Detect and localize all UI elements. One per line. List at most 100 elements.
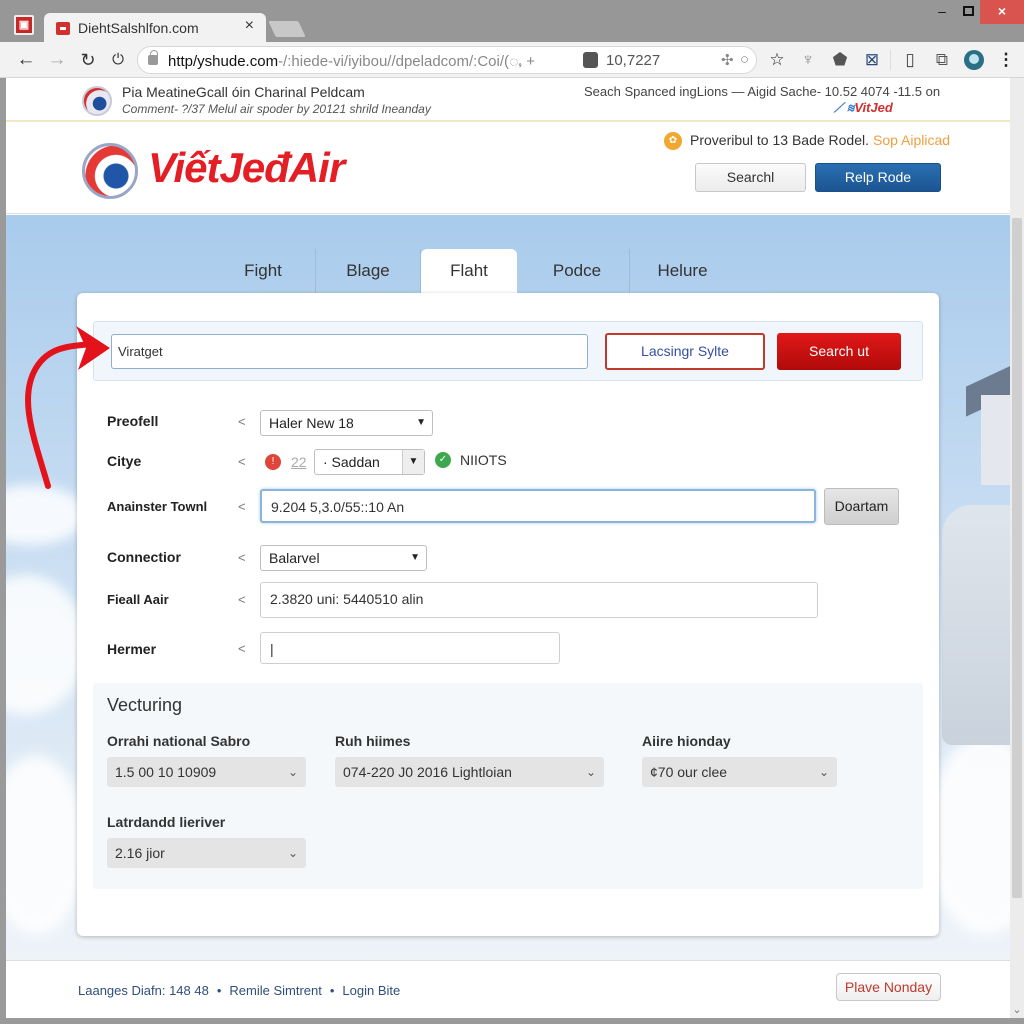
connectior-value: Balarvel — [269, 550, 320, 566]
location-icon[interactable]: ○ — [740, 51, 749, 68]
tab-blage[interactable]: Blage — [316, 249, 421, 293]
footer-separator: • — [329, 983, 335, 998]
scroll-down-icon[interactable]: ⌄ — [1010, 1003, 1024, 1016]
logo-icon[interactable] — [82, 143, 138, 199]
header-search-button[interactable]: Searchl — [695, 163, 806, 192]
browser-tab[interactable]: DiehtSalshlfon.com × — [44, 13, 266, 43]
new-tab-button[interactable] — [268, 21, 306, 37]
orrahi-label: Orrahi national Sabro — [107, 733, 251, 749]
preofell-select[interactable]: Haler New 18 ▼ — [260, 410, 433, 436]
chevron-down-icon: ⌄ — [585, 765, 596, 779]
search-submit-button[interactable]: Search ut — [777, 333, 901, 370]
chevron-left-icon[interactable]: < — [238, 499, 246, 514]
booking-card: Viratget Lacsingr Sylte Search ut Preofe… — [77, 293, 939, 936]
tab-flaht[interactable]: Flaht — [421, 249, 517, 293]
download-box-icon[interactable]: ⊠ — [862, 50, 882, 70]
page-viewport: Pia MeatineGcall óin Charinal Peldcam Co… — [6, 78, 1010, 1018]
notice-brand-text: VitJed — [854, 100, 893, 115]
footer-link[interactable]: Login Bite — [342, 983, 400, 998]
fieall-aair-label: Fieall Aair — [107, 592, 169, 607]
profile-avatar-icon[interactable] — [964, 50, 984, 70]
site-badge-icon[interactable] — [583, 52, 598, 68]
tab-title: DiehtSalshlfon.com — [78, 20, 199, 36]
tab-close-button[interactable]: × — [245, 17, 254, 35]
latrdandd-value: 2.16 jior — [115, 845, 165, 861]
plane-fin-image — [981, 395, 1010, 485]
notice-right-text: Seach Spanced ingLions — Aigid Sache- 10… — [584, 84, 941, 99]
scroll-thumb[interactable] — [1012, 218, 1022, 898]
anainster-town-input[interactable]: 9.204 5,3.0/55::10 An — [260, 489, 816, 523]
orrahi-select[interactable]: 1.5 00 10 10909 ⌄ — [107, 757, 306, 787]
chevron-left-icon[interactable]: < — [238, 454, 246, 469]
promo-banner: ✿ Proveribul to 13 Bade Rodel. Sop Aiplica… — [664, 132, 950, 151]
page-icon[interactable]: ▯ — [900, 50, 920, 70]
close-window-button[interactable]: × — [980, 0, 1024, 24]
doartam-button[interactable]: Doartam — [824, 488, 899, 525]
reload-icon[interactable]: ↻ — [76, 48, 100, 72]
caret-down-icon: ▼ — [410, 552, 420, 563]
logo-text[interactable]: ViếtJeđAir — [148, 144, 345, 192]
address-bar[interactable]: http/yshude.com-/:hiede-vi/iyibou//dpela… — [137, 46, 757, 74]
promo-link[interactable]: Sop Aiplicad — [873, 132, 950, 148]
hermer-input[interactable]: | — [260, 632, 560, 664]
notice-logo-icon — [82, 86, 112, 116]
booking-tabs: Fight Blage Flaht Podce Helure — [211, 249, 735, 293]
footer-link[interactable]: Remile Simtrent — [229, 983, 321, 998]
lacsingr-sylte-button[interactable]: Lacsingr Sylte — [605, 333, 765, 370]
chevron-left-icon[interactable]: < — [238, 641, 246, 656]
chevron-left-icon[interactable]: < — [238, 592, 246, 607]
footer-separator: • — [216, 983, 222, 998]
back-arrow-icon[interactable]: ← — [14, 48, 38, 72]
citye-status: NIIOTS — [460, 452, 507, 468]
header-help-button[interactable]: Relp Rode — [815, 163, 941, 192]
anainster-town-label: Anainster Townl — [107, 499, 208, 514]
bookmark-star-icon[interactable]: ☆ — [767, 50, 787, 70]
aiire-hionday-select[interactable]: ¢70 our clee ⌄ — [642, 757, 837, 787]
footer-link[interactable]: Laanges Diafn: 148 48 — [78, 983, 209, 998]
tab-podce[interactable]: Podce — [525, 249, 630, 293]
section-title: Vecturing — [107, 695, 183, 715]
extension-icon[interactable]: ⬟ — [830, 50, 850, 70]
tab-helure[interactable]: Helure — [630, 249, 735, 293]
translate-icon[interactable]: ✣ — [721, 51, 734, 69]
forward-arrow-icon[interactable]: → — [45, 48, 69, 72]
notice-bar: Pia MeatineGcall óin Charinal Peldcam Co… — [6, 78, 1010, 122]
cast-icon[interactable]: ⧉ — [932, 50, 952, 70]
url-host: http/yshude.com — [168, 53, 279, 70]
page-scrollbar[interactable]: ⌄ — [1010, 78, 1024, 1018]
toolbar-divider — [890, 50, 891, 70]
window-titlebar: ▣ DiehtSalshlfon.com × – × — [0, 0, 1024, 43]
tab-fight[interactable]: Fight — [211, 249, 316, 293]
kebab-menu-icon[interactable]: ⋮ — [996, 50, 1016, 70]
power-icon[interactable]: ⏻ — [106, 48, 130, 72]
ruh-hiimes-label: Ruh hiimes — [335, 733, 411, 749]
latrdandd-select[interactable]: 2.16 jior ⌄ — [107, 838, 306, 868]
citye-label: Citye — [107, 453, 142, 469]
main-search-input[interactable]: Viratget — [111, 334, 588, 369]
citye-select[interactable]: · Saddan ▼ — [314, 449, 425, 475]
hermer-label: Hermer — [107, 641, 157, 657]
notice-brand: ⟋ ≋VitJed — [834, 100, 893, 116]
maximize-icon — [962, 6, 974, 16]
vecturing-section: Vecturing Orrahi national Sabro 1.5 00 1… — [93, 683, 923, 889]
citye-count: 22 — [291, 454, 307, 470]
ruh-hiimes-value: 074-220 J0 2016 Lightloian — [343, 764, 512, 780]
search-strip: Viratget Lacsingr Sylte Search ut — [93, 321, 923, 381]
browser-toolbar: ← → ↻ ⏻ http/yshude.com-/:hiede-vi/iyibo… — [0, 42, 1024, 78]
preofell-label: Preofell — [107, 413, 159, 429]
caret-down-icon: ▼ — [402, 450, 424, 474]
notice-subtitle: Comment- ?/37 Melul air spoder by 20121 … — [122, 102, 431, 116]
plave-nonday-button[interactable]: Plave Nonday — [836, 973, 941, 1001]
citye-value: · Saddan — [323, 454, 380, 470]
connectior-select[interactable]: Balarvel ▼ — [260, 545, 427, 571]
preofell-value: Haler New 18 — [269, 415, 354, 431]
fieall-aair-input[interactable]: 2.3820 uni: 5440510 alin — [260, 582, 818, 618]
connectior-label: Connectior — [107, 549, 181, 565]
ruh-hiimes-select[interactable]: 074-220 J0 2016 Lightloian ⌄ — [335, 757, 604, 787]
chevron-left-icon[interactable]: < — [238, 414, 246, 429]
trophy-icon[interactable]: ♆ — [798, 50, 818, 70]
url-path: -/:hiede-vi/iyibou//dpeladcom/:Coi/(ႇ + — [278, 53, 536, 70]
app-icon: ▣ — [14, 15, 34, 35]
footer-links: Laanges Diafn: 148 48 • Remile Simtrent • Lo… — [78, 983, 400, 998]
chevron-left-icon[interactable]: < — [238, 550, 246, 565]
